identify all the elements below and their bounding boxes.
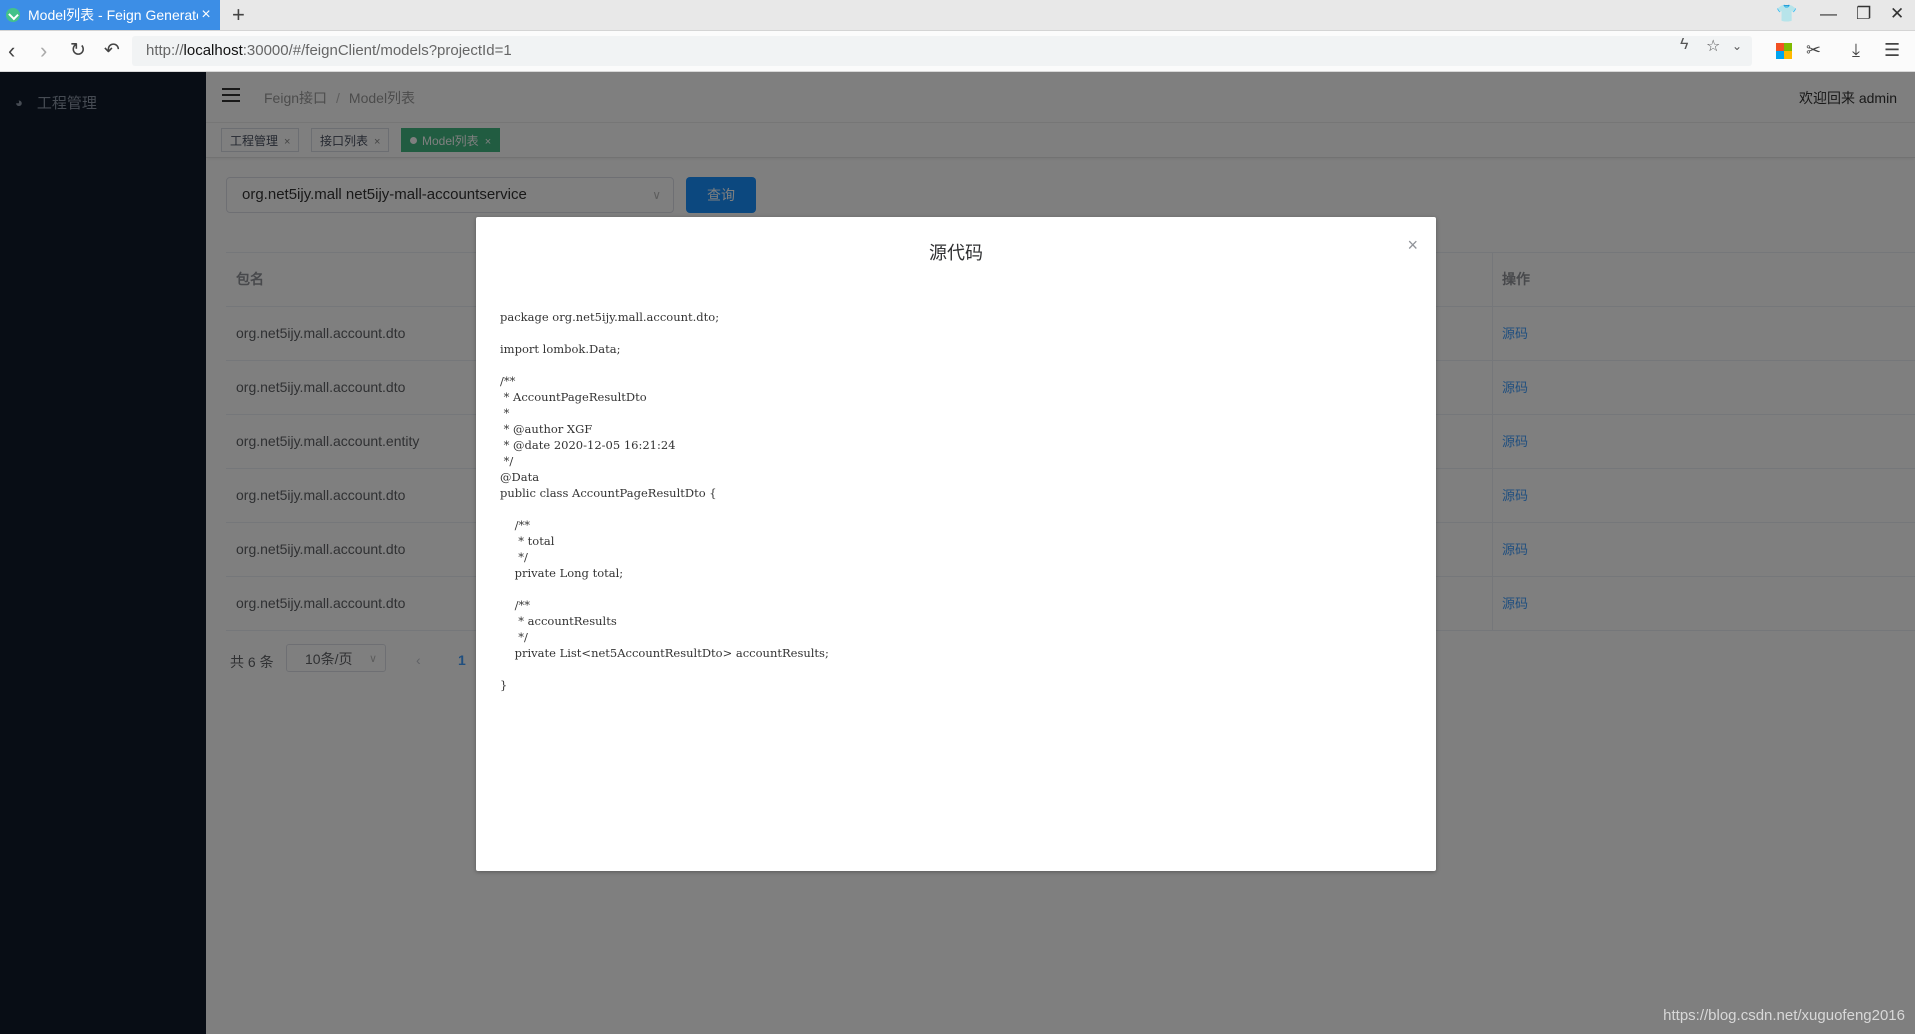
reload-icon[interactable]: ↻: [70, 39, 86, 62]
address-bar: ‹ › ↻ ↶ http://localhost:30000/#/feignCl…: [0, 31, 1915, 72]
browser-tab-title: Model列表 - Feign Generator: [28, 7, 198, 23]
menu-icon[interactable]: ☰: [1884, 40, 1900, 61]
browser-tab-bar: Model列表 - Feign Generator × + 👕 — ❐ ✕: [0, 0, 1915, 31]
close-icon[interactable]: ×: [1407, 235, 1418, 256]
url-host: localhost: [183, 42, 243, 59]
vue-favicon-icon: [6, 8, 20, 22]
scissors-icon[interactable]: ✂: [1806, 40, 1821, 61]
download-icon[interactable]: ⤓: [1852, 40, 1860, 61]
new-tab-icon[interactable]: +: [232, 2, 245, 28]
star-icon[interactable]: ☆: [1706, 36, 1720, 56]
browser-tab[interactable]: Model列表 - Feign Generator ×: [0, 0, 220, 30]
shirt-icon[interactable]: 👕: [1776, 4, 1797, 24]
chevron-down-icon[interactable]: ⌄: [1732, 39, 1742, 53]
restore-icon[interactable]: ❐: [1856, 4, 1871, 24]
dialog-title: 源代码: [929, 243, 983, 263]
microsoft-apps-icon[interactable]: [1776, 43, 1792, 59]
url-input[interactable]: http://localhost:30000/#/feignClient/mod…: [132, 36, 1752, 66]
tab-close-icon[interactable]: ×: [198, 6, 214, 24]
lightning-icon[interactable]: ϟ: [1680, 36, 1688, 54]
source-code-block: package org.net5ijy.mall.account.dto; im…: [500, 310, 829, 692]
minimize-icon[interactable]: —: [1820, 4, 1837, 24]
undo-icon[interactable]: ↶: [104, 39, 120, 62]
url-prefix: http://: [146, 42, 184, 59]
watermark: https://blog.csdn.net/xuguofeng2016: [1663, 1007, 1905, 1024]
window-close-icon[interactable]: ✕: [1890, 4, 1904, 24]
url-rest: :30000/#/feignClient/models?projectId=1: [242, 42, 512, 59]
back-icon[interactable]: ‹: [8, 38, 15, 64]
forward-icon[interactable]: ›: [40, 38, 47, 64]
source-code-dialog: 源代码 × package org.net5ijy.mall.account.d…: [476, 217, 1436, 871]
